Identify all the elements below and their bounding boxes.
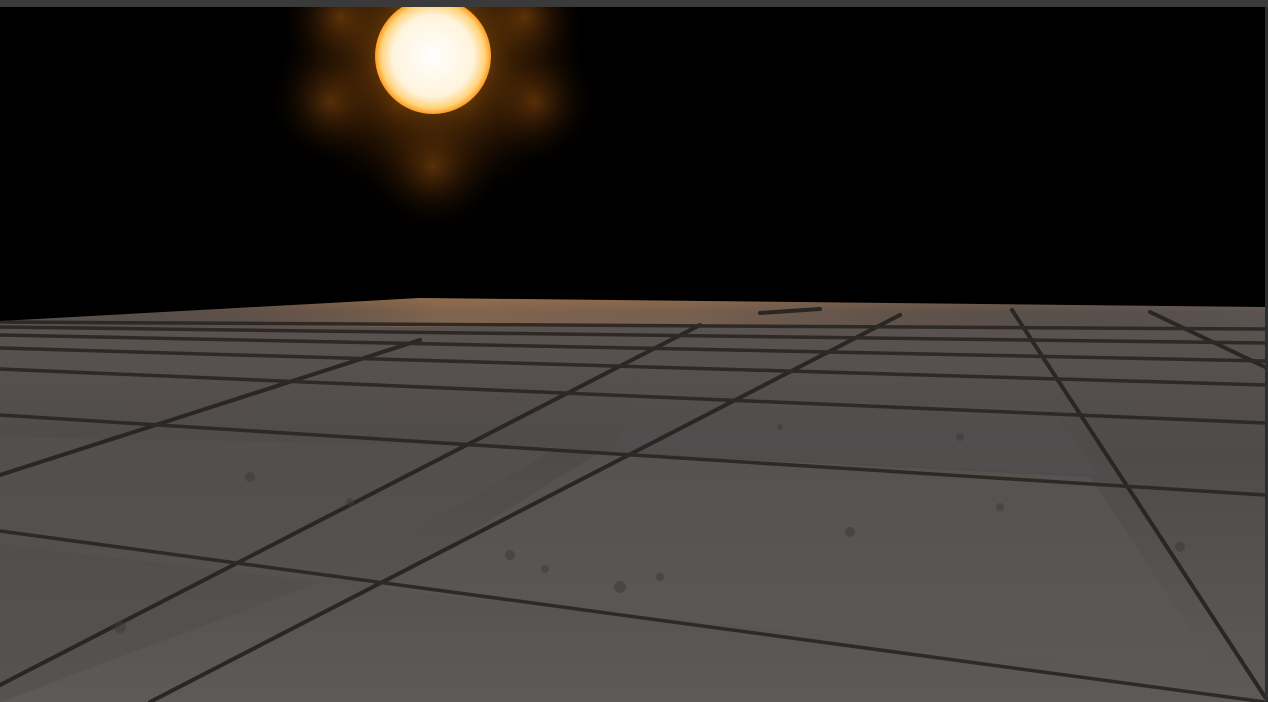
3d-viewport[interactable] bbox=[0, 7, 1265, 702]
tiled-floor bbox=[0, 298, 1265, 702]
app-window bbox=[0, 0, 1268, 702]
scene-canvas[interactable] bbox=[0, 7, 1265, 702]
